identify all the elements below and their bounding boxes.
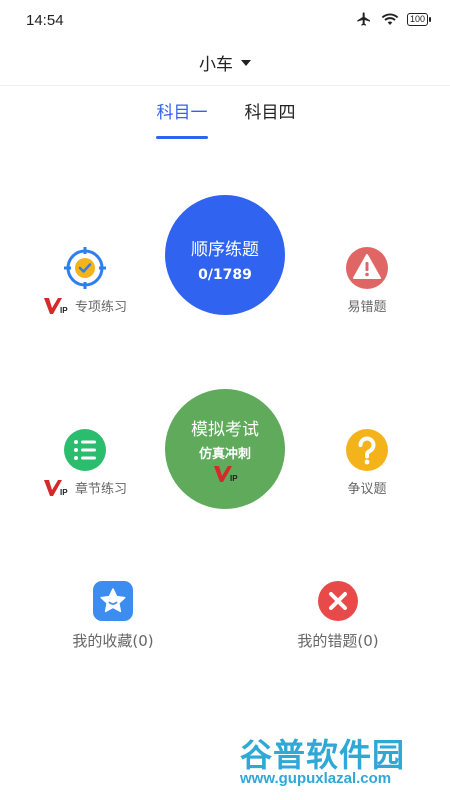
battery-icon: 100	[406, 12, 432, 26]
tab-subject-four[interactable]: 科目四	[238, 98, 302, 123]
status-bar: 14:54 100	[0, 0, 450, 40]
caret-down-icon	[241, 59, 251, 66]
disputed-questions-label-row: 争议题	[307, 478, 427, 497]
special-practice-label: 专项练习	[74, 300, 127, 315]
status-time: 14:54	[26, 12, 64, 29]
mock-exam-subtitle: 仿真冲刺	[198, 447, 251, 462]
mock-exam-button[interactable]: 模拟考试 仿真冲刺 IP	[165, 389, 285, 509]
my-mistakes-button[interactable]: 我的错题(0)	[258, 580, 418, 651]
chapter-practice-label: 章节练习	[74, 482, 127, 497]
error-prone-label-row: 易错题	[307, 296, 427, 315]
question-icon	[346, 429, 388, 471]
svg-text:IP: IP	[60, 488, 68, 497]
header: 小车	[0, 40, 450, 86]
vehicle-label: 小车	[199, 55, 233, 75]
vip-icon: IP	[43, 297, 68, 315]
list-icon	[64, 429, 106, 471]
mock-exam-title: 模拟考试	[191, 420, 259, 440]
vip-icon: IP	[214, 466, 238, 483]
tab-subject-one[interactable]: 科目一	[150, 98, 214, 123]
error-prone-button[interactable]: 易错题	[307, 246, 427, 315]
status-icons: 100	[355, 11, 432, 27]
watermark: 谷普软件园 www.gupuxlazal.com	[240, 730, 445, 792]
airplane-icon	[357, 12, 370, 26]
svg-text:IP: IP	[60, 306, 68, 315]
disputed-questions-label: 争议题	[347, 482, 387, 497]
sequential-practice-progress: 0/1789	[198, 267, 252, 283]
watermark-url: www.gupuxlazal.com	[240, 770, 392, 787]
wifi-icon	[381, 13, 399, 25]
target-icon	[64, 247, 106, 289]
chapter-practice-label-row: IP 章节练习	[25, 478, 145, 497]
my-favorites-button[interactable]: 我的收藏(0)	[33, 580, 193, 651]
chapter-practice-button[interactable]: IP 章节练习	[25, 428, 145, 497]
special-practice-label-row: IP 专项练习	[25, 296, 145, 315]
subject-tabs: 科目一 科目四	[0, 98, 450, 142]
disputed-questions-button[interactable]: 争议题	[307, 428, 427, 497]
my-mistakes-label: 我的错题(0)	[297, 632, 379, 650]
vip-icon: IP	[43, 479, 68, 497]
svg-text:IP: IP	[230, 474, 238, 483]
close-circle-icon	[318, 581, 358, 621]
vehicle-selector[interactable]: 小车	[199, 50, 251, 75]
sequential-practice-title: 顺序练题	[191, 240, 259, 260]
special-practice-button[interactable]: IP 专项练习	[25, 246, 145, 315]
sequential-practice-button[interactable]: 顺序练题 0/1789	[165, 195, 285, 315]
star-icon	[93, 581, 133, 621]
warning-icon	[346, 247, 388, 289]
active-tab-indicator	[156, 136, 208, 139]
error-prone-label: 易错题	[347, 300, 387, 315]
my-favorites-label: 我的收藏(0)	[72, 632, 154, 650]
